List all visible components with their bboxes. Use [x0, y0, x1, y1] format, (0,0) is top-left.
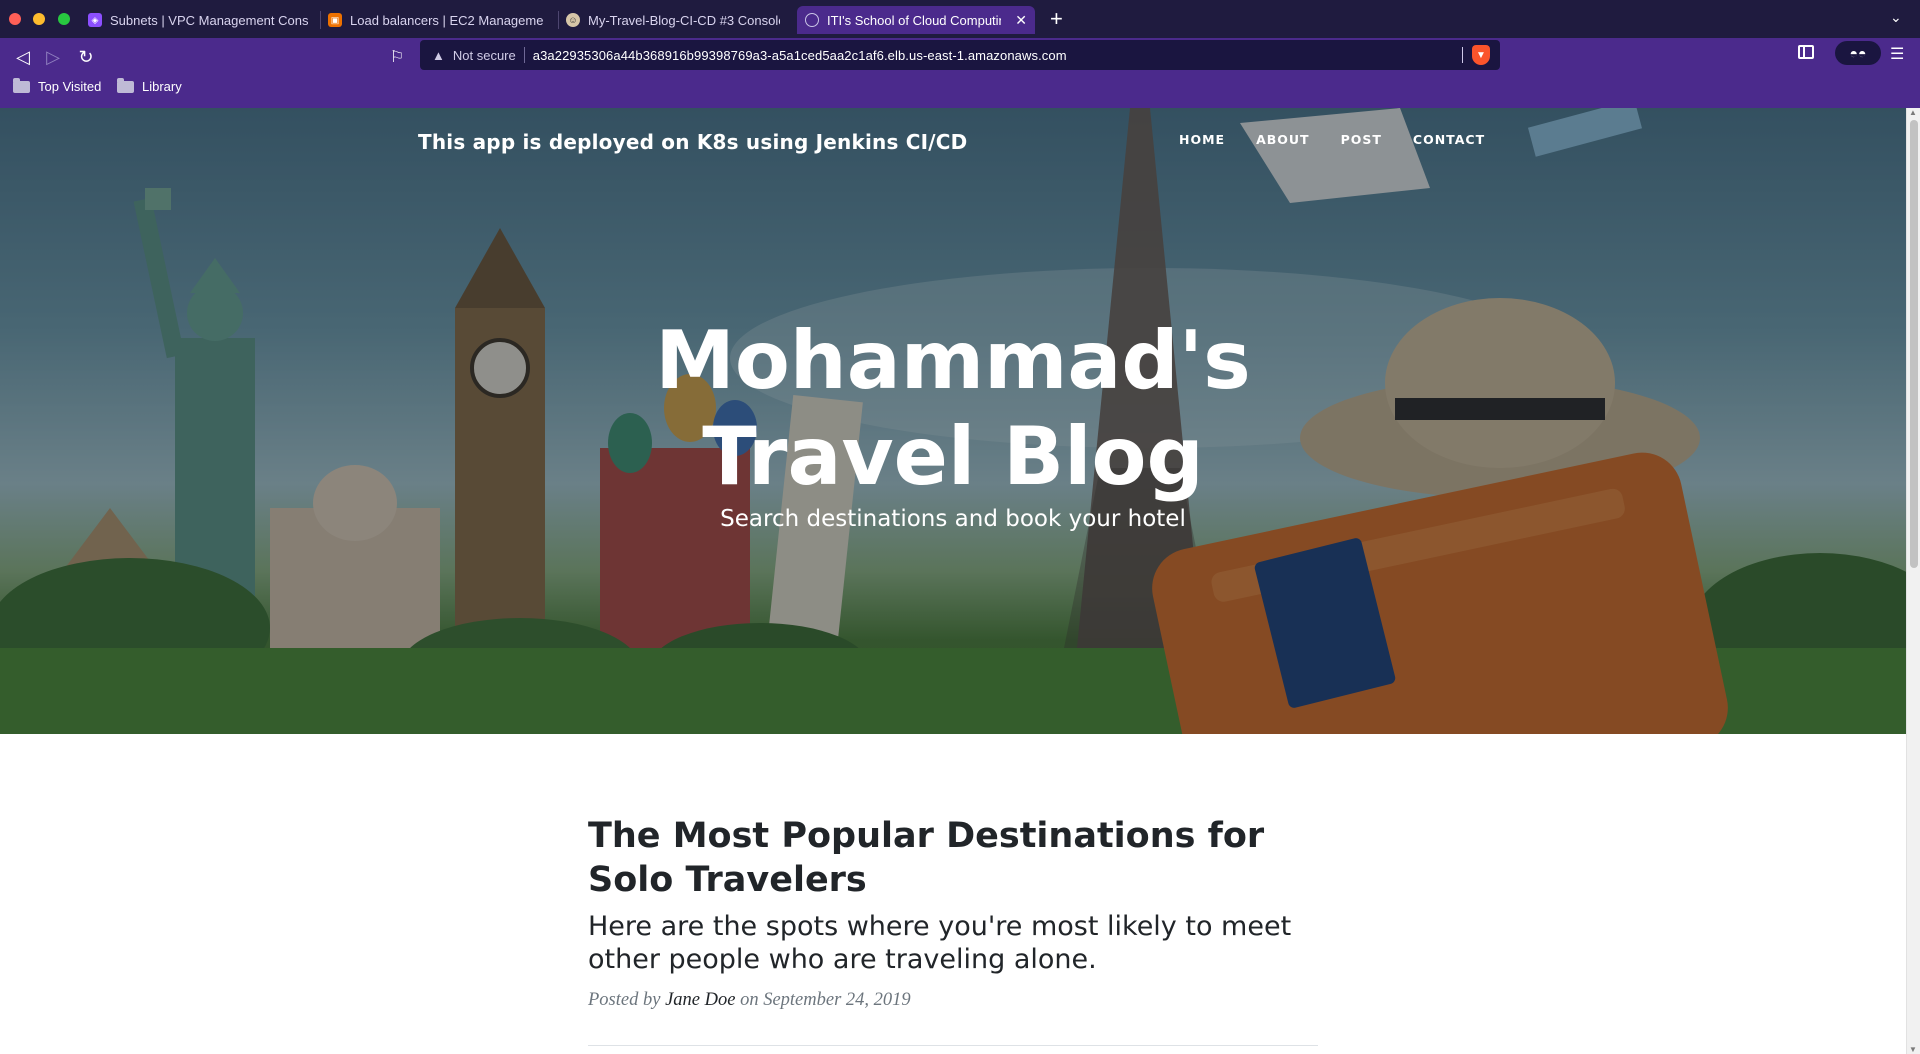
tab-title: Subnets | VPC Management Conso: [110, 12, 308, 28]
tab-title: Load balancers | EC2 Management C: [350, 12, 544, 28]
page-scrollbar[interactable]: ▲ ▼: [1906, 108, 1920, 1054]
reload-button[interactable]: ↻: [73, 44, 99, 70]
tab-jenkins-console[interactable]: ☺ My-Travel-Blog-CI-CD #3 Console: [558, 6, 788, 34]
sidebar-toggle-icon[interactable]: [1798, 45, 1814, 59]
jenkins-icon: ☺: [566, 13, 580, 27]
tab-title: ITI's School of Cloud Computing: [827, 12, 1002, 28]
site-brand[interactable]: This app is deployed on K8s using Jenkin…: [418, 130, 967, 154]
nav-home-link[interactable]: HOME: [1179, 132, 1225, 147]
post-meta-on: on: [740, 990, 759, 1010]
post-date: September 24, 2019: [763, 990, 911, 1010]
nav-post-link[interactable]: POST: [1341, 132, 1382, 147]
brave-shields-icon[interactable]: ▼: [1472, 45, 1490, 65]
bookmark-top-visited[interactable]: Top Visited: [13, 77, 102, 94]
reader-mode-glasses-icon[interactable]: ◓◓: [1835, 41, 1881, 65]
nav-about-link[interactable]: ABOUT: [1256, 132, 1310, 147]
close-tab-icon[interactable]: ✕: [1015, 12, 1027, 29]
maximize-window-button[interactable]: [58, 13, 70, 25]
hero-title-line-2: Travel Blog: [702, 410, 1204, 503]
close-window-button[interactable]: [9, 13, 21, 25]
post-subtitle[interactable]: Here are the spots where you're most lik…: [588, 910, 1318, 976]
folder-icon: [13, 77, 30, 93]
post-author-link[interactable]: Jane Doe: [665, 990, 735, 1010]
forward-button[interactable]: ▷: [40, 44, 66, 70]
scroll-up-icon[interactable]: ▲: [1909, 108, 1917, 117]
nav-contact-link[interactable]: CONTACT: [1413, 132, 1485, 147]
scrollbar-thumb[interactable]: [1910, 120, 1918, 568]
hero-subtitle: Search destinations and book your hotel: [720, 506, 1186, 532]
tab-list-chevron-icon[interactable]: ⌄: [1890, 9, 1902, 26]
new-tab-button[interactable]: +: [1050, 7, 1063, 31]
warning-icon[interactable]: ▲: [432, 48, 445, 63]
hero-title: Mohammad's Travel Blog: [453, 313, 1453, 505]
tab-title: My-Travel-Blog-CI-CD #3 Console: [588, 12, 780, 28]
bookmark-label: Library: [142, 79, 182, 94]
bookmark-label: Top Visited: [38, 79, 102, 94]
back-button[interactable]: ◁: [10, 44, 36, 70]
security-label[interactable]: Not secure: [453, 48, 516, 63]
web-page: This app is deployed on K8s using Jenkin…: [0, 108, 1906, 1054]
tab-subnets[interactable]: ◈ Subnets | VPC Management Conso: [80, 6, 316, 34]
bookmark-icon[interactable]: ⚐: [384, 44, 410, 70]
browser-toolbar: ◁ ▷ ↻ ⚐ ▲ Not secure a3a22935306a44b3689…: [0, 38, 1920, 108]
globe-icon: [805, 13, 819, 27]
tab-bar: ◈ Subnets | VPC Management Conso ▣ Load …: [0, 0, 1920, 38]
post-divider: [588, 1045, 1318, 1046]
post-preview[interactable]: The Most Popular Destinations for Solo T…: [588, 814, 1318, 1011]
tab-load-balancers[interactable]: ▣ Load balancers | EC2 Management C: [320, 6, 552, 34]
main-nav: HOME ABOUT POST CONTACT: [1179, 132, 1516, 147]
url-text[interactable]: a3a22935306a44b368916b99398769a3-a5a1ced…: [533, 48, 1067, 63]
ec2-icon: ▣: [328, 13, 342, 27]
address-bar[interactable]: ▲ Not secure a3a22935306a44b368916b99398…: [420, 40, 1500, 70]
post-meta-prefix: Posted by: [588, 990, 661, 1010]
hero-header: This app is deployed on K8s using Jenkin…: [0, 108, 1906, 734]
vpc-icon: ◈: [88, 13, 102, 27]
folder-icon: [117, 77, 134, 93]
url-divider: [1462, 47, 1463, 63]
bookmark-library[interactable]: Library: [117, 77, 182, 94]
url-divider: [523, 47, 525, 63]
scroll-down-icon[interactable]: ▼: [1909, 1045, 1917, 1054]
menu-icon[interactable]: ☰: [1890, 44, 1904, 64]
hero-title-line-1: Mohammad's: [655, 314, 1251, 407]
post-title[interactable]: The Most Popular Destinations for Solo T…: [588, 814, 1318, 902]
tab-iti-cloud[interactable]: ITI's School of Cloud Computing ✕: [797, 6, 1035, 34]
post-meta: Posted by Jane Doe on September 24, 2019: [588, 990, 1318, 1011]
minimize-window-button[interactable]: [33, 13, 45, 25]
